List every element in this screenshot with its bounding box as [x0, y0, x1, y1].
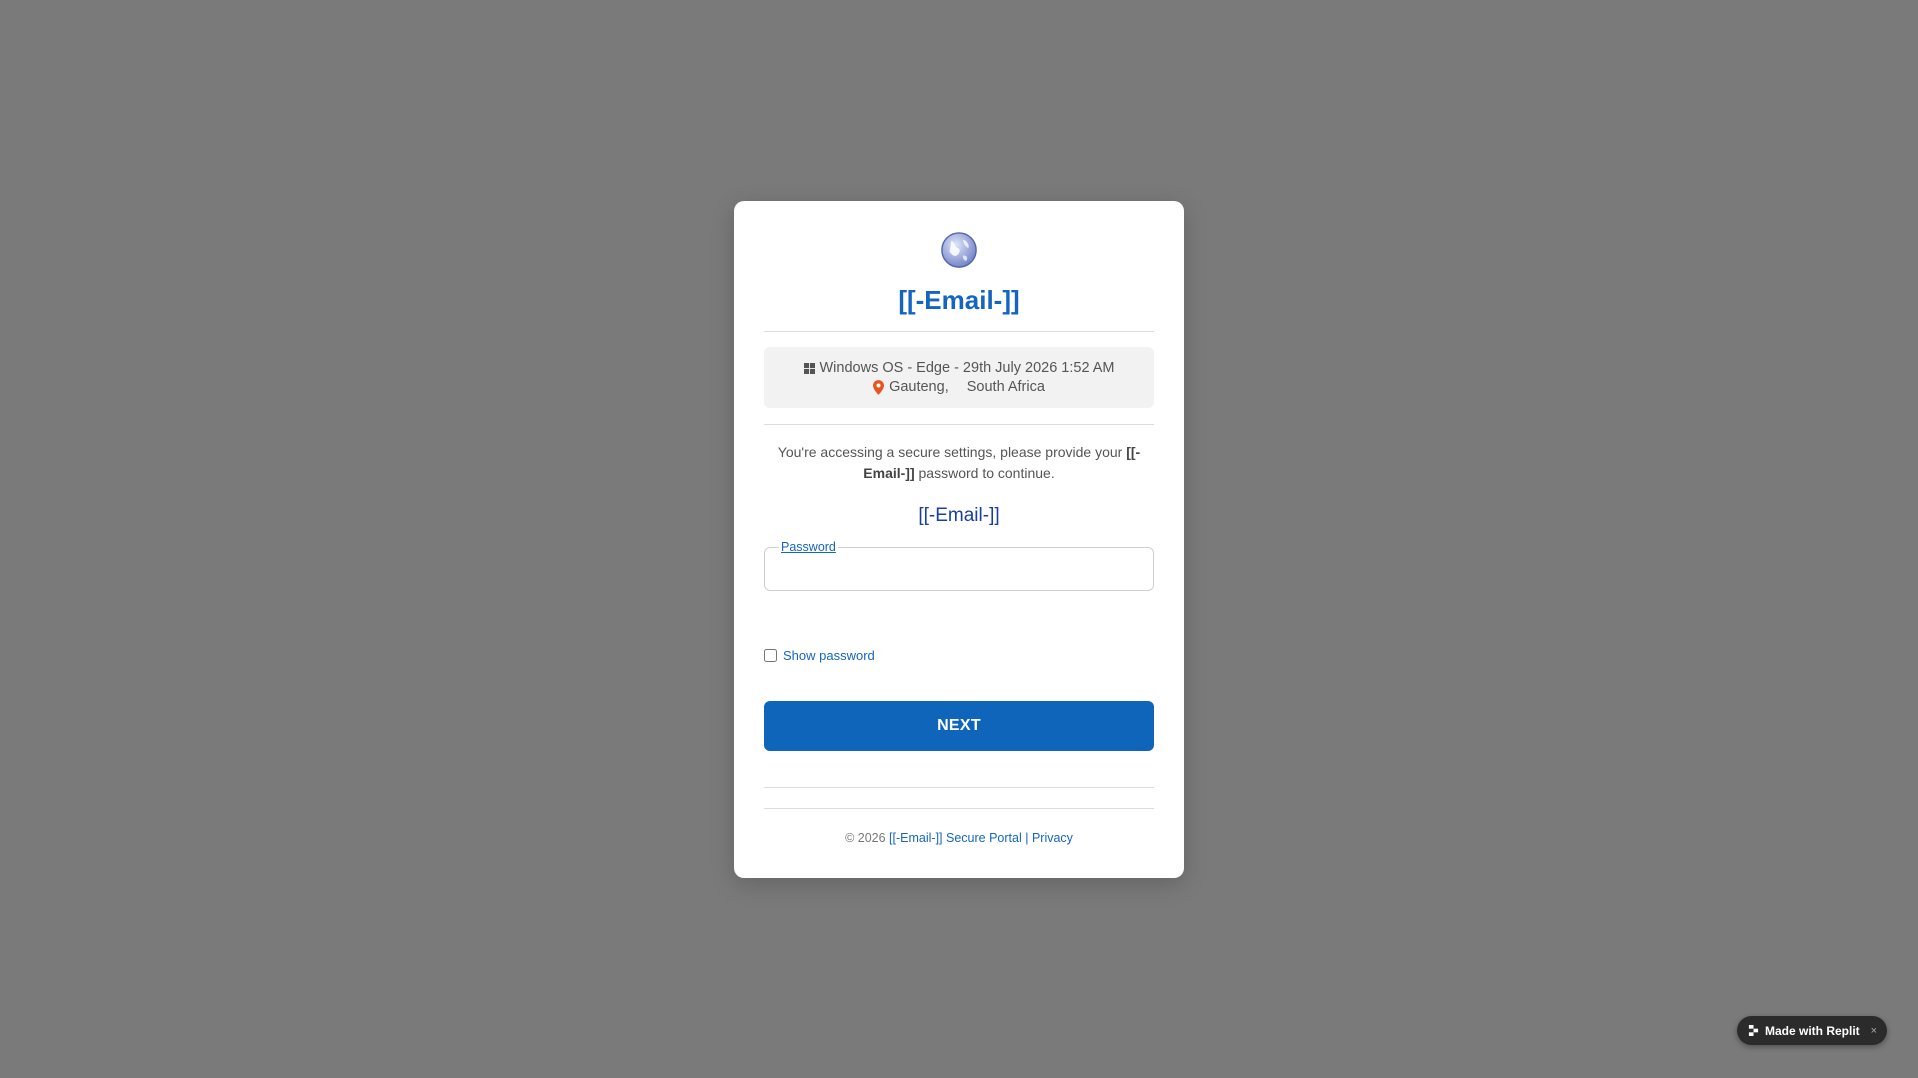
- show-password-label[interactable]: Show password: [783, 648, 875, 663]
- device-info-text: Windows OS - Edge - 29th July 2026 1:52 …: [819, 360, 1115, 376]
- password-field: Password: [764, 539, 1154, 591]
- footer: © 2026 [[-Email-]] Secure Portal | Priva…: [764, 831, 1154, 845]
- notice-suffix: password to continue.: [914, 465, 1055, 481]
- show-password-checkbox[interactable]: [764, 648, 777, 662]
- replit-badge-label: Made with Replit: [1765, 1023, 1860, 1038]
- logo: [764, 231, 1154, 271]
- divider: [764, 424, 1154, 425]
- location-pin-icon: [873, 380, 885, 395]
- login-card: [[-Email-]] Windows OS - Edge - 29th Jul…: [734, 201, 1184, 878]
- made-with-replit-badge[interactable]: Made with Replit ×: [1737, 1016, 1887, 1045]
- account-email: [[-Email-]]: [918, 505, 1000, 526]
- privacy-link[interactable]: Privacy: [1032, 831, 1073, 845]
- device-line: Windows OS - Edge - 29th July 2026 1:52 …: [764, 359, 1154, 378]
- secure-portal-link[interactable]: [[-Email-]] Secure Portal: [889, 831, 1022, 845]
- password-label: Password: [779, 539, 838, 555]
- page-title: [[-Email-]]: [898, 285, 1020, 315]
- divider: [764, 808, 1154, 809]
- windows-icon: [803, 363, 815, 374]
- copyright-text: © 2026: [845, 831, 890, 845]
- footer-separator: |: [1021, 831, 1032, 845]
- location-line: Gauteng, South Africa: [764, 378, 1154, 397]
- divider: [764, 331, 1154, 332]
- globe-icon: [941, 232, 977, 268]
- location-country: South Africa: [966, 379, 1045, 395]
- notice-prefix: You're accessing a secure settings, plea…: [777, 444, 1127, 460]
- divider: [764, 787, 1154, 788]
- show-password-row: Show password: [764, 646, 1154, 664]
- close-icon[interactable]: ×: [1871, 1025, 1877, 1037]
- replit-icon: [1748, 1025, 1759, 1036]
- next-button[interactable]: NEXT: [764, 701, 1154, 751]
- notice-text: You're accessing a secure settings, plea…: [764, 442, 1154, 484]
- device-info-box: Windows OS - Edge - 29th July 2026 1:52 …: [764, 347, 1154, 408]
- location-region: Gauteng,: [889, 379, 949, 395]
